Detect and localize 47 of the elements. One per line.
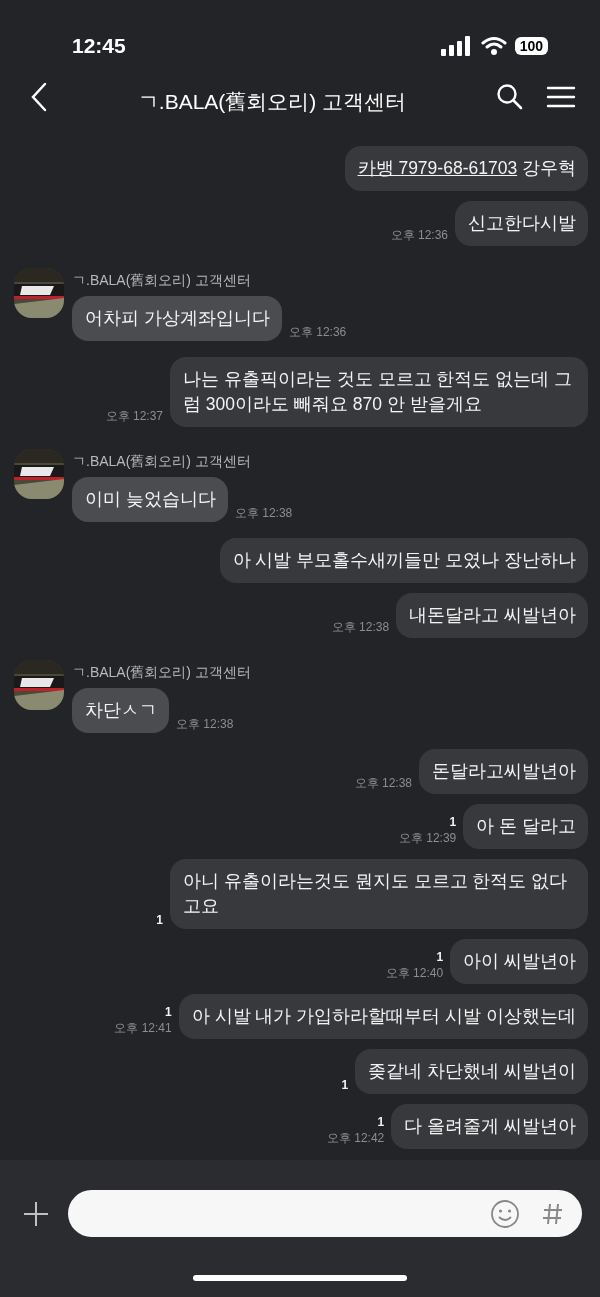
message-bubble: 내돈달라고 씨발년아 [396, 593, 588, 638]
message-time: 오후 12:38 [176, 716, 234, 733]
message-time: 오후 12:40 [385, 965, 444, 982]
status-time: 12:45 [72, 34, 126, 58]
message-time: 오후 12:38 [331, 619, 390, 636]
avatar-icon[interactable] [14, 660, 64, 710]
message-bubble: 다 올려줄게 씨발년아 [391, 1104, 588, 1149]
message-time: 오후 12:37 [105, 408, 163, 425]
message-bubble: 이미 늦었습니다 [72, 477, 228, 522]
message-time: 오후 12:39 [398, 830, 457, 847]
battery-level: 100 [514, 37, 548, 55]
message-bubble: 신고한다시발 [455, 201, 588, 246]
message-bubble: 돈달라고씨발년아 [419, 749, 588, 794]
chat-title: ㄱ.BALA(舊회오리) 고객센터 [136, 89, 408, 115]
sender-name: ㄱ.BALA(舊회오리) 고객센터 [72, 664, 251, 682]
wifi-icon [480, 36, 507, 56]
message-bubble: 아 돈 달라고 [463, 804, 588, 849]
message-time: 오후 12:38 [354, 775, 412, 792]
message-time: 오후 12:41 [114, 1020, 172, 1037]
unread-count: 1 [156, 913, 163, 927]
unread-count: 1 [341, 1078, 349, 1092]
sender-name: ㄱ.BALA(舊회오리) 고객센터 [72, 453, 252, 471]
message-bubble: 차단ㅅㄱ [72, 688, 169, 733]
message-bubble: 나는 유출픽이라는 것도 모르고 한적도 없는데 그럼 300이라도 빼줘요 870 안 받을게요 [170, 357, 588, 427]
message-time: 오후 12:36 [390, 227, 448, 244]
message-bubble: 아 시발 내가 가입하라할때부터 시발 이상했는데 [178, 994, 588, 1039]
sender-name: ㄱ.BALA(舊회오리) 고객센터 [72, 272, 252, 290]
message-bubble: 카뱅 7979-68-61703 강우혁 [344, 146, 588, 191]
unread-count: 1 [436, 950, 444, 964]
hash-icon[interactable] [542, 1201, 564, 1226]
message-bubble: 좆같네 차단했네 씨발년이 [355, 1049, 588, 1094]
message-bubble: 아이 씨발년아 [450, 939, 588, 984]
message-bubble: 어차피 가상계좌입니다 [72, 296, 282, 341]
message-time: 오후 12:38 [234, 505, 293, 522]
unread-count: 1 [165, 1005, 172, 1019]
message-bubble: 아니 유출이라는것도 뭔지도 모르고 한적도 없다고요 [170, 859, 588, 929]
message-time: 오후 12:42 [326, 1130, 385, 1147]
unread-count: 1 [377, 1115, 385, 1129]
account-link[interactable]: 카뱅 7979-68-61703 [357, 158, 518, 178]
message-time: 오후 12:36 [288, 324, 347, 341]
emoji-icon[interactable] [490, 1198, 520, 1229]
signal-icon [440, 36, 473, 56]
unread-count: 1 [449, 815, 457, 829]
avatar-icon[interactable] [14, 268, 64, 318]
message-bubble: 아 시발 부모홀수새끼들만 모였나 장난하나 [219, 538, 588, 583]
avatar-icon[interactable] [14, 449, 64, 499]
message-input[interactable] [68, 1190, 582, 1237]
